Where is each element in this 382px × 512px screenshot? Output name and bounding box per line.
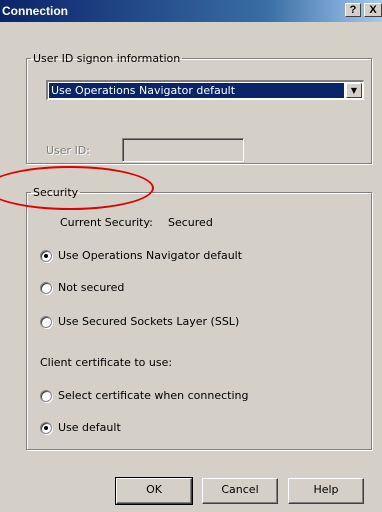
- radio-not-secured-label[interactable]: Not secured: [58, 281, 124, 294]
- cancel-button[interactable]: Cancel: [202, 478, 278, 504]
- window-title: Connection: [2, 4, 68, 18]
- signon-select[interactable]: Use Operations Navigator default ▼: [46, 80, 364, 100]
- userid-label: User ID:: [46, 144, 90, 157]
- radio-use-default-certificate[interactable]: [40, 422, 52, 434]
- close-button[interactable]: X: [364, 3, 382, 17]
- radio-ssl[interactable]: [40, 316, 52, 328]
- userid-signon-legend: User ID signon information: [33, 52, 181, 65]
- radio-use-navigator-default[interactable]: [40, 250, 52, 262]
- radio-select-certificate-label[interactable]: Select certificate when connecting: [58, 389, 249, 402]
- security-legend: Security: [33, 186, 79, 199]
- current-security-label: Current Security:: [60, 216, 153, 229]
- current-security-value: Secured: [168, 216, 213, 229]
- signon-select-value: Use Operations Navigator default: [49, 83, 344, 98]
- title-bar[interactable]: Connection ? X: [0, 0, 382, 22]
- client-certificate-label: Client certificate to use:: [40, 356, 173, 369]
- radio-not-secured[interactable]: [40, 282, 52, 294]
- radio-ssl-label[interactable]: Use Secured Sockets Layer (SSL): [58, 315, 239, 328]
- ok-button[interactable]: OK: [115, 477, 193, 505]
- chevron-down-icon[interactable]: ▼: [346, 83, 362, 98]
- radio-use-navigator-default-label[interactable]: Use Operations Navigator default: [58, 249, 242, 262]
- radio-select-certificate[interactable]: [40, 390, 52, 402]
- help-button-titlebar[interactable]: ?: [345, 3, 361, 17]
- radio-use-default-certificate-label[interactable]: Use default: [58, 421, 121, 434]
- help-button[interactable]: Help: [288, 478, 364, 504]
- userid-field[interactable]: [122, 138, 244, 162]
